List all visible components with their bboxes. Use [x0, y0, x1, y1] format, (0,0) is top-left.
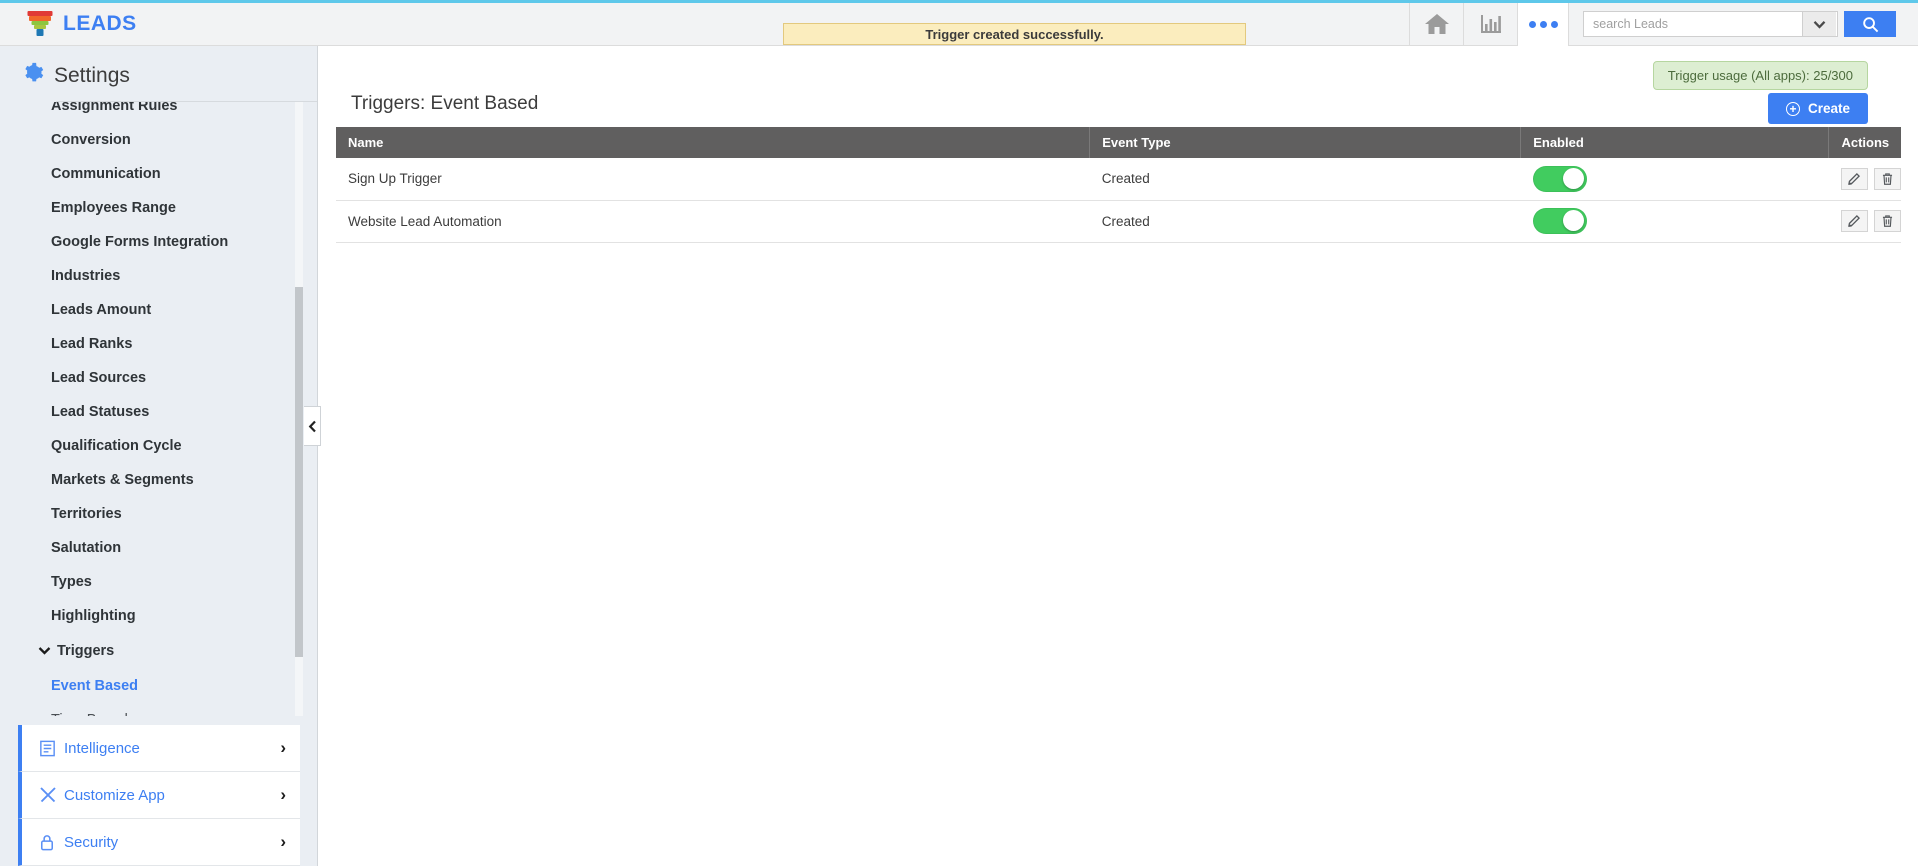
edit-button[interactable] [1840, 210, 1868, 232]
sidebar-item-leads-amount[interactable]: Leads Amount [0, 293, 317, 327]
sidebar-item-qualification-cycle[interactable]: Qualification Cycle [0, 429, 317, 463]
sidebar-item-conversion[interactable]: Conversion [0, 123, 317, 157]
notification-banner: Trigger created successfully. [783, 23, 1246, 45]
cell-trigger-name: Website Lead Automation [336, 200, 1090, 243]
table-row: Website Lead Automation Created [336, 200, 1901, 243]
sidebar-item-security[interactable]: Security › [18, 819, 300, 866]
brand-logo[interactable]: LEADS [0, 10, 137, 38]
gear-icon [22, 62, 44, 89]
trigger-usage-badge: Trigger usage (All apps): 25/300 [1652, 61, 1868, 90]
sidebar-header-label: Settings [54, 63, 130, 87]
document-lines-icon [38, 739, 64, 758]
sidebar-item-types[interactable]: Types [0, 565, 317, 599]
sidebar-header: Settings [0, 46, 317, 101]
sidebar-item-lead-sources[interactable]: Lead Sources [0, 361, 317, 395]
sidebar-item-salutation[interactable]: Salutation [0, 531, 317, 565]
chevron-down-icon [38, 642, 51, 660]
search-area [1569, 11, 1918, 37]
sidebar-accordion-label: Security [64, 833, 119, 851]
home-icon[interactable] [1409, 2, 1463, 46]
create-button-label: Create [1807, 101, 1850, 116]
table-header-row: Name Event Type Enabled Actions [336, 127, 1901, 158]
cell-event-type: Created [1089, 158, 1521, 201]
sidebar-item-event-based[interactable]: Event Based [0, 669, 317, 703]
sidebar-scroll-area: Assignment Rules Conversion Communicatio… [0, 102, 317, 716]
cell-actions [1828, 200, 1901, 243]
sidebar-item-communication[interactable]: Communication [0, 157, 317, 191]
column-header-event-type: Event Type [1089, 127, 1522, 158]
sidebar-item-customize-app[interactable]: Customize App › [18, 772, 300, 819]
create-button[interactable]: + Create [1767, 93, 1868, 124]
edit-button[interactable] [1840, 167, 1868, 190]
top-bar-actions [1409, 2, 1918, 46]
sidebar-group-triggers[interactable]: Triggers [0, 633, 317, 669]
sidebar-item-intelligence[interactable]: Intelligence › [18, 725, 300, 772]
search-box [1583, 11, 1838, 37]
tools-icon [38, 785, 64, 805]
enabled-toggle[interactable] [1532, 208, 1587, 234]
delete-button[interactable] [1873, 167, 1901, 190]
sidebar-accordion-label: Intelligence [64, 739, 140, 757]
sidebar-group-label: Triggers [57, 643, 115, 659]
row-actions [1840, 167, 1901, 190]
main-content: Trigger usage (All apps): 25/300 Trigger… [319, 46, 1918, 866]
three-dots-icon [1528, 20, 1536, 28]
sidebar-accordion: Intelligence › Customize App › Security … [18, 725, 300, 866]
sidebar-accordion-label: Customize App [64, 786, 165, 804]
sidebar-item-lead-statuses[interactable]: Lead Statuses [0, 395, 317, 429]
column-header-actions: Actions [1828, 127, 1901, 158]
chevron-right-icon: › [280, 832, 286, 851]
lock-icon [38, 833, 64, 852]
page-title: Triggers: Event Based [351, 93, 539, 114]
chevron-right-icon: › [280, 738, 286, 757]
cell-enabled [1520, 158, 1829, 201]
column-header-enabled: Enabled [1520, 127, 1830, 158]
bar-chart-icon[interactable] [1463, 2, 1517, 46]
chevron-down-icon[interactable] [1802, 12, 1836, 36]
sidebar-collapse-button[interactable] [304, 406, 321, 446]
sidebar-item-lead-ranks[interactable]: Lead Ranks [0, 327, 317, 361]
enabled-toggle[interactable] [1532, 165, 1587, 192]
brand-name: LEADS [63, 12, 137, 35]
row-actions [1840, 210, 1901, 232]
sidebar-item-industries[interactable]: Industries [0, 259, 317, 293]
cell-actions [1828, 158, 1901, 201]
sidebar-item-markets-segments[interactable]: Markets & Segments [0, 463, 317, 497]
sidebar-item-google-forms-integration[interactable]: Google Forms Integration [0, 225, 317, 259]
delete-button[interactable] [1873, 210, 1901, 232]
cell-enabled [1520, 200, 1829, 243]
triggers-table: Name Event Type Enabled Actions Sign Up … [336, 127, 1901, 243]
plus-circle-icon: + [1785, 101, 1800, 116]
sidebar-scrollbar-thumb[interactable] [295, 287, 303, 657]
more-options-button[interactable] [1517, 2, 1569, 46]
sidebar-item-time-based[interactable]: Time Based [0, 703, 317, 716]
sidebar-item-territories[interactable]: Territories [0, 497, 317, 531]
cell-event-type: Created [1089, 200, 1521, 243]
sidebar: Settings Assignment Rules Conversion Com… [0, 46, 318, 866]
sidebar-item-employees-range[interactable]: Employees Range [0, 191, 317, 225]
sidebar-item-assignment-rules[interactable]: Assignment Rules [0, 102, 317, 123]
search-button[interactable] [1844, 11, 1896, 37]
table-row: Sign Up Trigger Created [336, 158, 1901, 201]
column-header-name: Name [336, 127, 1091, 158]
search-input[interactable] [1584, 12, 1802, 36]
sidebar-item-highlighting[interactable]: Highlighting [0, 599, 317, 633]
cell-trigger-name: Sign Up Trigger [336, 158, 1090, 201]
funnel-icon [26, 10, 53, 38]
chevron-right-icon: › [280, 785, 286, 804]
